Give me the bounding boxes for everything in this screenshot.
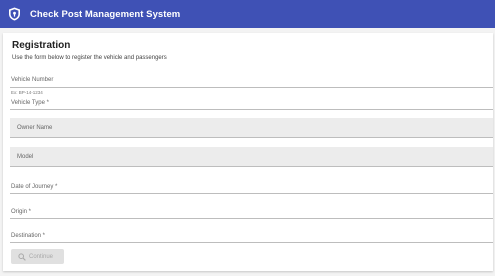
owner-name-label: Owner Name [17, 125, 53, 131]
vehicle-type-label: Vehicle Type * [11, 100, 49, 106]
app-title: Check Post Management System [30, 8, 181, 20]
destination-underline [10, 242, 493, 243]
vehicle-number-field[interactable]: Vehicle Number Ex: BP-14-1234 [10, 76, 493, 95]
origin-field[interactable]: Origin * [10, 208, 493, 222]
vehicle-type-underline [10, 109, 493, 110]
date-of-journey-underline [10, 193, 493, 194]
vehicle-type-select[interactable]: Vehicle Type * [10, 99, 493, 113]
origin-underline [10, 218, 493, 219]
owner-name-field[interactable]: Owner Name [10, 118, 493, 138]
page-subtitle: Use the form below to register the vehic… [12, 55, 167, 61]
page-title: Registration [12, 40, 71, 51]
destination-field[interactable]: Destination * [10, 232, 493, 246]
vehicle-number-underline [10, 87, 493, 88]
vehicle-number-label: Vehicle Number [11, 77, 54, 83]
continue-button[interactable]: Continue [11, 249, 64, 264]
shield-logo-icon [7, 7, 21, 21]
search-icon [18, 252, 26, 261]
app-bar: Check Post Management System [0, 0, 495, 28]
date-of-journey-field[interactable]: Date of Journey * [10, 183, 493, 197]
destination-label: Destination * [11, 233, 46, 239]
origin-label: Origin * [11, 209, 32, 215]
vehicle-number-helper: Ex: BP-14-1234 [11, 90, 43, 95]
registration-card: Registration Use the form below to regis… [3, 33, 493, 271]
continue-button-label: Continue [29, 253, 54, 260]
model-field[interactable]: Model [10, 147, 493, 167]
date-of-journey-label: Date of Journey * [11, 184, 58, 190]
model-label: Model [17, 154, 34, 160]
